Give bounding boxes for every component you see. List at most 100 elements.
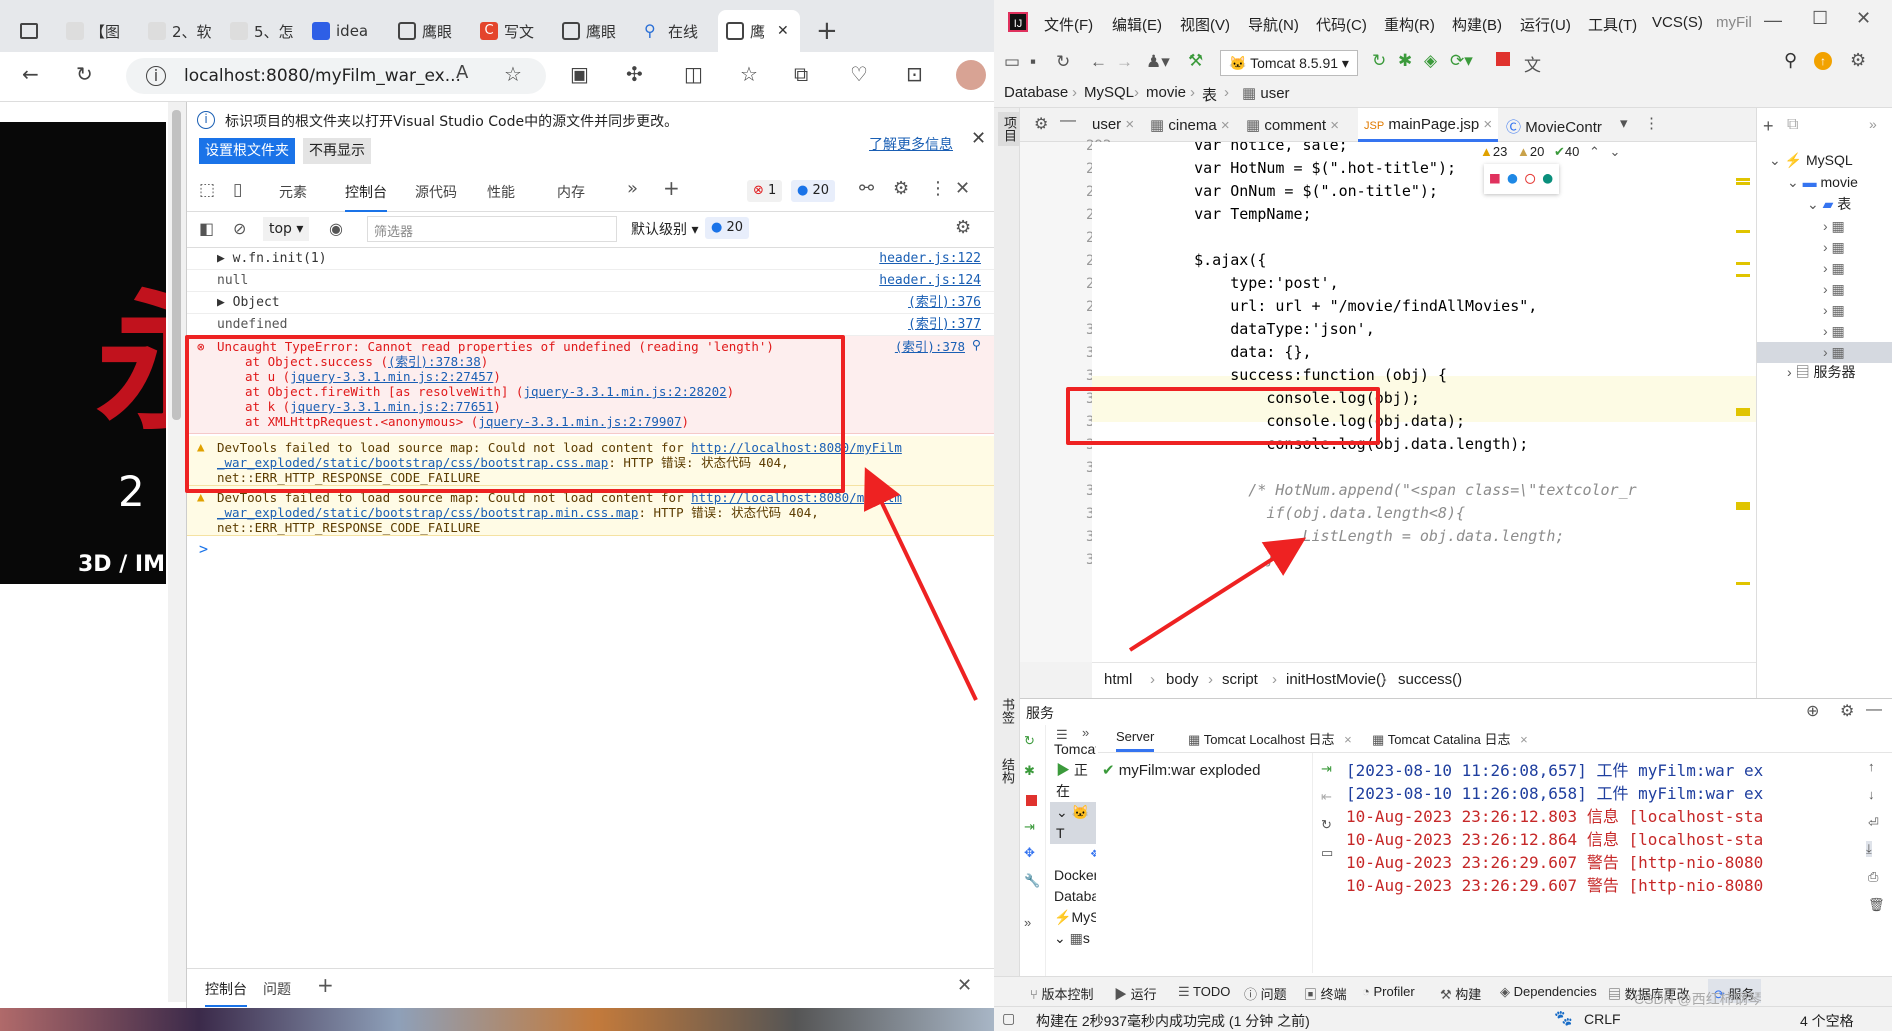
tool-dependencies[interactable]: ◈ Dependencies xyxy=(1500,984,1597,1000)
sync-icon[interactable]: ↻ xyxy=(1056,52,1070,72)
tab-localhost-log[interactable]: ▦ Tomcat Localhost 日志 × xyxy=(1188,729,1352,748)
crumb-success[interactable]: success() xyxy=(1398,671,1462,688)
menu-file[interactable]: 文件(F) xyxy=(1044,14,1093,35)
close-icon[interactable]: × xyxy=(1344,732,1352,747)
deploy-icon[interactable]: ⇥ xyxy=(1321,761,1332,777)
refresh-icon[interactable]: ↻ xyxy=(1321,817,1332,833)
drawer-tab-console[interactable]: 控制台 xyxy=(205,979,247,1007)
tab-performance[interactable]: 性能 xyxy=(487,182,515,202)
indent-setting[interactable]: 4 个空格 xyxy=(1800,1011,1854,1031)
settings-gear-icon[interactable]: ⚙ xyxy=(1850,50,1866,71)
scroll-down-icon[interactable]: ↓ xyxy=(1868,787,1875,802)
drawer-tab-issues[interactable]: 问题 xyxy=(263,979,291,999)
tree-movie[interactable]: ⌄ ▬ movie xyxy=(1787,174,1858,191)
project-tool-button[interactable]: 项目 xyxy=(998,112,1021,146)
crumb-inithostmovie[interactable]: initHostMovie() xyxy=(1286,671,1386,688)
filter-input[interactable]: 筛选器 xyxy=(367,216,617,242)
editor-tab-comment[interactable]: ▦ comment × xyxy=(1246,116,1339,134)
tree-server[interactable]: › ▤ 服务器 xyxy=(1787,362,1855,382)
editor-tab-mainpage[interactable]: JSP mainPage.jsp × xyxy=(1358,108,1499,142)
inspect-icon[interactable]: ⬚ xyxy=(199,180,215,200)
crumb-movie[interactable]: movie xyxy=(1146,84,1186,101)
tab-console[interactable]: 控制台 xyxy=(345,182,387,212)
console-settings-gear-icon[interactable]: ⚙ xyxy=(955,217,971,238)
back-icon[interactable]: ← xyxy=(1090,52,1107,72)
log-output[interactable]: [2023-08-10 11:26:08,657] 工件 myFilm:war … xyxy=(1346,757,1856,907)
save-icon[interactable]: ▪ xyxy=(1030,52,1036,72)
stack-link[interactable]: jquery-3.3.1.min.js:2:28202 xyxy=(523,384,726,399)
crosshair-icon[interactable]: ⊕ xyxy=(1806,701,1819,721)
warning-link[interactable]: _war_exploded/static/bootstrap/css/boots… xyxy=(217,505,638,520)
table-item[interactable]: › ▦ xyxy=(1823,237,1892,258)
copy-icon[interactable]: ⧉ xyxy=(1787,116,1798,134)
close-icon[interactable]: × xyxy=(1483,116,1492,133)
tool-vcs[interactable]: ⑂ 版本控制 xyxy=(1030,984,1093,1003)
refresh-icon[interactable]: ↻ xyxy=(76,62,93,86)
tab-active[interactable]: 鹰 ✕ xyxy=(718,10,800,52)
source-link[interactable]: (索引):377 xyxy=(908,314,981,336)
prev-highlight-icon[interactable]: ⌃ xyxy=(1589,144,1600,159)
tree-mysql[interactable]: ⌄ ⚡ MySQL xyxy=(1769,152,1853,169)
close-icon[interactable]: × xyxy=(1221,117,1230,134)
bookmarks-tool-button[interactable]: 书签 xyxy=(998,698,1017,724)
stack-link[interactable]: (索引):378:38 xyxy=(388,354,481,369)
stop-icon[interactable] xyxy=(1496,52,1510,66)
tab-3[interactable]: 5、怎 xyxy=(222,10,302,52)
tabs-dropdown-icon[interactable]: ▾ xyxy=(1620,114,1628,132)
menu-code[interactable]: 代码(C) xyxy=(1316,14,1367,35)
chrome-icon[interactable]: ● xyxy=(1508,168,1518,190)
warning-link[interactable]: http://localhost:8080/myFilm xyxy=(691,440,902,455)
tab-elements[interactable]: 元素 xyxy=(279,182,307,202)
table-item[interactable]: › ▦ xyxy=(1823,321,1892,342)
forward-icon[interactable]: → xyxy=(1116,52,1133,72)
settings-gear-icon[interactable]: ⚙ xyxy=(893,178,909,199)
tab-6[interactable]: C 写文 xyxy=(472,10,552,52)
tree-database[interactable]: Databas xyxy=(1050,886,1096,907)
edge-icon[interactable]: ● xyxy=(1543,168,1553,190)
search-icon[interactable]: ⚲ xyxy=(1784,50,1797,71)
tree-tomcat-instance[interactable]: ⌄ 🐱 T xyxy=(1050,802,1096,844)
deploy-icon[interactable]: ⇥ xyxy=(1024,819,1035,835)
source-link[interactable]: header.js:124 xyxy=(879,270,981,292)
issues-icon[interactable]: ⚯ xyxy=(859,178,874,199)
avatar[interactable] xyxy=(956,60,986,90)
table-item-selected[interactable]: › ▦ xyxy=(1757,342,1892,363)
coverage-icon[interactable]: ◈ xyxy=(1424,51,1437,71)
editor-tab-moviecontroller[interactable]: Ⓒ MovieContr xyxy=(1506,116,1602,137)
page-scrollbar-thumb[interactable] xyxy=(172,110,181,420)
add-icon[interactable]: + xyxy=(1763,116,1774,137)
update-icon[interactable]: ↑ xyxy=(1814,52,1832,70)
undeploy-icon[interactable]: ⇤ xyxy=(1321,789,1332,805)
more-icon[interactable]: » xyxy=(1082,725,1089,740)
menu-navigate[interactable]: 导航(N) xyxy=(1248,14,1299,35)
line-separator[interactable]: CRLF xyxy=(1584,1011,1621,1027)
tool-build[interactable]: ⚒ 构建 xyxy=(1440,984,1481,1003)
more-options-icon[interactable]: ⋮ xyxy=(1644,114,1659,132)
learn-more-link[interactable]: 了解更多信息 xyxy=(869,134,953,154)
context-select[interactable]: top ▾ xyxy=(263,217,310,241)
crumb-body[interactable]: body xyxy=(1166,671,1199,688)
close-icon[interactable]: × xyxy=(1330,117,1339,134)
crumb-mysql[interactable]: MySQL xyxy=(1084,84,1134,101)
editor-scrollbar[interactable] xyxy=(1732,142,1756,662)
movie-poster[interactable]: 永 2 3D / IM xyxy=(0,122,166,584)
screenshot-icon[interactable]: ⊡ xyxy=(906,62,923,86)
console-warning-row[interactable]: ▲ DevTools failed to load source map: Co… xyxy=(187,486,995,536)
issues-badge[interactable]: ● 20 xyxy=(705,217,750,239)
tab-server[interactable]: Server xyxy=(1116,729,1155,752)
tab-sources[interactable]: 源代码 xyxy=(415,182,457,202)
layout-icon[interactable]: ▢ xyxy=(1002,1010,1015,1027)
rerun-icon[interactable]: ↻ xyxy=(1372,51,1386,71)
tab-memory[interactable]: 内存 xyxy=(557,182,585,202)
collapse-icon[interactable]: — xyxy=(1060,112,1076,130)
tab-5[interactable]: 鹰眼 xyxy=(390,10,470,52)
menu-build[interactable]: 构建(B) xyxy=(1452,14,1502,35)
scroll-up-icon[interactable]: ↑ xyxy=(1868,759,1875,774)
stack-link[interactable]: jquery-3.3.1.min.js:2:27457 xyxy=(290,369,493,384)
source-link[interactable]: (索引):376 xyxy=(908,292,981,314)
tab-2[interactable]: 2、软 xyxy=(140,10,220,52)
editor-tab-user[interactable]: user × xyxy=(1092,116,1134,133)
run-config-select[interactable]: 🐱 Tomcat 8.5.91 ▾ xyxy=(1220,50,1358,76)
menu-vcs[interactable]: VCS(S) xyxy=(1652,14,1703,31)
crumb-tables[interactable]: 表 xyxy=(1202,84,1217,105)
